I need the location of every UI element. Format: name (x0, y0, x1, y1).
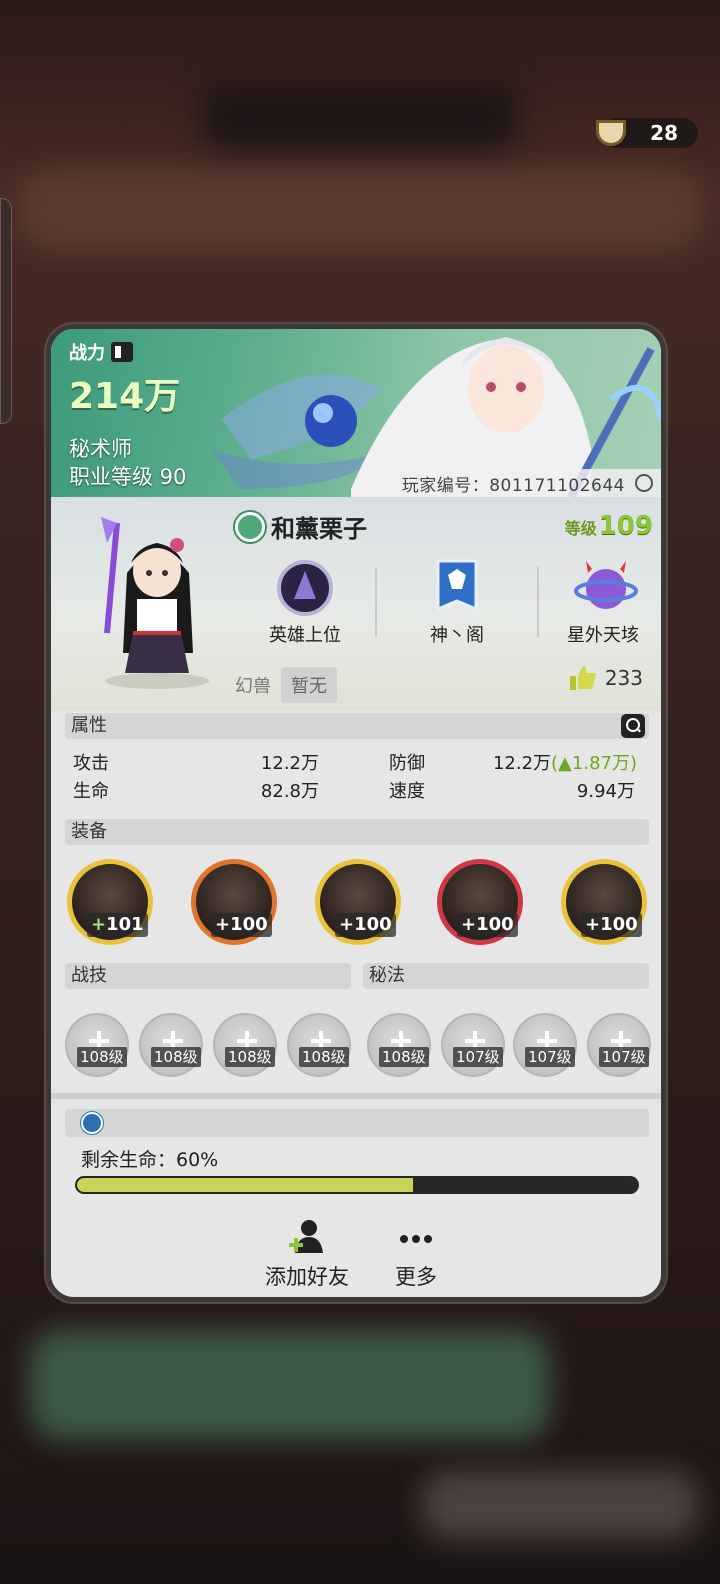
remaining-hp-label: 剩余生命：60% (81, 1149, 219, 1171)
rank-badge[interactable]: 英雄上位 (245, 559, 365, 647)
beast-label: 幻兽 (235, 676, 271, 697)
background-decor (200, 80, 520, 150)
server-badge[interactable]: 星外天垓 (543, 559, 661, 647)
shield-icon (81, 1112, 103, 1134)
thumbs-up-icon (569, 666, 596, 690)
job-name: 秘术师 (69, 437, 132, 461)
skill-slot[interactable]: 107级 (441, 1013, 505, 1077)
player-id-text: 玩家编号：801171102644 (401, 475, 625, 496)
planet-icon (574, 559, 638, 617)
background-decor (420, 1470, 700, 1540)
skill-slot[interactable]: 108级 (139, 1013, 203, 1077)
background-decor (30, 1330, 550, 1440)
background-decor (20, 170, 700, 250)
divider (537, 567, 539, 637)
defense-bonus: 1.87万 (571, 753, 630, 774)
player-level: 等级 109 (564, 511, 653, 541)
beast-row: 幻兽 暂无 (235, 667, 337, 703)
equipment-header: 装备 (65, 819, 649, 845)
side-drawer-handle[interactable] (0, 198, 12, 424)
skill-slot[interactable]: 108级 (65, 1013, 129, 1077)
character-avatar (101, 517, 209, 689)
more-label: 更多 (395, 1265, 437, 1289)
book-icon[interactable] (111, 342, 133, 362)
equipment-slot[interactable]: +100 (561, 859, 647, 945)
combat-skills-header: 战技 (65, 963, 351, 989)
defense-value-row: 12.2万(▲1.87万) (492, 753, 637, 774)
hp-progress-bar (75, 1176, 639, 1194)
hp-label: 生命 (73, 781, 109, 802)
more-icon (381, 1219, 451, 1255)
hero-rank-emblem-icon (276, 559, 334, 617)
player-id: 玩家编号：801171102644 (389, 469, 661, 497)
likes-count: 233 (604, 666, 643, 690)
hp-value: 82.8万 (260, 781, 319, 802)
equipment-slot[interactable]: +100 (315, 859, 401, 945)
add-friend-button[interactable]: 添加好友 (257, 1219, 357, 1291)
equipment-slot[interactable]: +101 (67, 859, 153, 945)
player-profile-card: 战力 214万 秘术师 职业等级 90 玩家编号：801171102644 和薰… (46, 324, 666, 1302)
hp-progress-fill (77, 1178, 413, 1192)
job-level: 职业等级 90 (69, 465, 187, 489)
skill-slot[interactable]: 108级 (367, 1013, 431, 1077)
skill-slot[interactable]: 107级 (513, 1013, 577, 1077)
guild-banner-icon (428, 559, 486, 617)
speed-label: 速度 (389, 781, 425, 802)
player-name: 和薰栗子 (271, 515, 367, 543)
currency-display[interactable]: 28 (596, 118, 698, 148)
player-name-row: 和薰栗子 (235, 509, 367, 544)
skill-slot[interactable]: 108级 (287, 1013, 351, 1077)
skill-slot[interactable]: 108级 (213, 1013, 277, 1077)
skill-slot[interactable]: 107级 (587, 1013, 651, 1077)
attack-label: 攻击 (73, 753, 109, 774)
power-value: 214万 (69, 376, 181, 417)
equipment-slot[interactable]: +100 (437, 859, 523, 945)
add-friend-label: 添加好友 (265, 1265, 349, 1289)
copy-icon[interactable] (635, 474, 653, 492)
attributes-header: 属性 (65, 713, 649, 739)
more-button[interactable]: 更多 (381, 1219, 451, 1291)
secret-skills-header: 秘法 (363, 963, 649, 989)
attack-value: 12.2万 (260, 753, 319, 774)
profile-section: 和薰栗子 等级 109 英雄上位 神丶阁 星外天垓 幻兽 暂无 233 (51, 497, 661, 711)
add-friend-icon (257, 1219, 357, 1255)
likes[interactable]: 233 (569, 665, 643, 691)
profile-banner: 战力 214万 秘术师 职业等级 90 玩家编号：801171102644 (51, 329, 661, 497)
status-header (65, 1109, 649, 1137)
currency-amount: 28 (650, 121, 678, 145)
guild-icon (235, 511, 265, 542)
noodle-bowl-icon (596, 120, 626, 146)
equipment-slot[interactable]: +100 (191, 859, 277, 945)
beast-value[interactable]: 暂无 (281, 667, 337, 703)
speed-value: 9.94万 (576, 781, 635, 802)
divider (375, 567, 377, 637)
section-divider (51, 1093, 661, 1099)
guild-badge[interactable]: 神丶阁 (397, 559, 517, 647)
defense-label: 防御 (389, 753, 425, 774)
power-label: 战力 (69, 339, 133, 365)
search-icon[interactable] (621, 714, 645, 738)
arrow-up-icon: ▲ (558, 753, 572, 774)
